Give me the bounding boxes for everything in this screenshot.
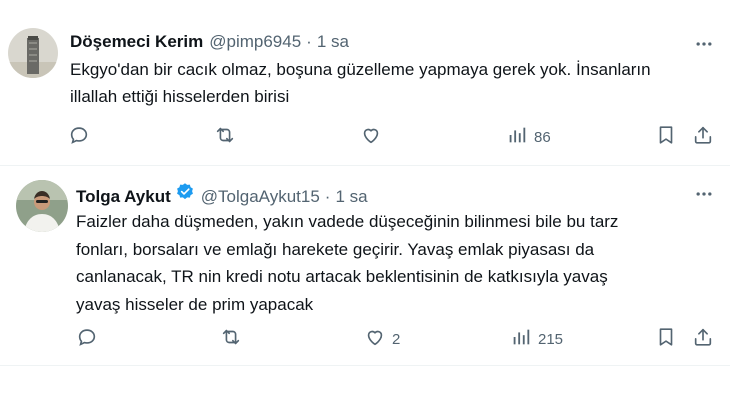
reply-button[interactable]	[76, 326, 104, 352]
reply-icon	[68, 124, 90, 150]
author-name[interactable]: Döşemeci Kerim	[70, 32, 203, 52]
author-handle[interactable]: @pimp6945	[209, 32, 301, 52]
repost-button[interactable]	[214, 124, 242, 150]
tweet-text-line: canlanacak, TR nin kredi notu artacak be…	[76, 267, 608, 286]
views-icon	[506, 124, 528, 150]
separator: ·	[306, 32, 312, 51]
avatar[interactable]	[16, 180, 68, 232]
more-icon[interactable]	[692, 182, 716, 206]
avatar[interactable]	[8, 28, 58, 78]
like-count: 2	[392, 330, 401, 348]
views-button[interactable]: 86	[506, 124, 551, 150]
timestamp[interactable]: 1 sa	[335, 187, 367, 207]
tweet[interactable]: Döşemeci Kerim @pimp6945 · 1 sa Ekgyo'da…	[0, 0, 730, 166]
tweet-text-line: yavaş hisseler de prim yapacak	[76, 294, 314, 314]
repost-icon	[220, 326, 242, 352]
tweet-header: Döşemeci Kerim @pimp6945 · 1 sa	[70, 32, 349, 52]
like-button[interactable]: 2	[364, 326, 400, 352]
more-icon[interactable]	[692, 32, 716, 56]
bookmark-icon	[655, 124, 677, 150]
bookmark-button[interactable]	[655, 124, 677, 150]
heart-icon	[360, 124, 382, 150]
separator: ·	[324, 187, 331, 206]
tweet-header: Tolga Aykut @TolgaAykut15 · 1 sa	[76, 182, 368, 207]
tweet-actions: 2 215	[0, 326, 730, 350]
author-handle[interactable]: @TolgaAykut15	[201, 187, 320, 207]
tweet-text-line: illallah ettiği hisselerden birisi	[70, 87, 290, 106]
share-icon	[692, 124, 714, 150]
tweet-text-line: Ekgyo'dan bir cacık olmaz, boşuna güzell…	[70, 60, 651, 79]
tweet-actions: 86	[0, 124, 730, 148]
repost-button[interactable]	[220, 326, 248, 352]
bookmark-icon	[655, 326, 677, 352]
like-button[interactable]	[360, 124, 388, 150]
views-icon	[510, 326, 532, 352]
reply-icon	[76, 326, 98, 352]
tweet-text-line: Faizler daha düşmeden, yakın vadede düşe…	[76, 212, 619, 231]
views-button[interactable]: 215	[510, 326, 563, 352]
bookmark-button[interactable]	[655, 326, 677, 352]
share-icon	[692, 326, 714, 352]
tweet-text: Faizler daha düşmeden, yakın vadede düşe…	[76, 208, 618, 318]
repost-icon	[214, 124, 236, 150]
tweet-text-line: fonları, borsaları ve emlağı harekete ge…	[76, 239, 595, 259]
verified-badge-icon	[175, 182, 195, 202]
heart-icon	[364, 326, 386, 352]
views-count: 86	[534, 128, 551, 146]
share-button[interactable]	[692, 124, 714, 150]
share-button[interactable]	[692, 326, 714, 352]
author-name[interactable]: Tolga Aykut	[76, 187, 171, 207]
tweet-text: Ekgyo'dan bir cacık olmaz, boşuna güzell…	[70, 56, 651, 110]
tweet-feed: Döşemeci Kerim @pimp6945 · 1 sa Ekgyo'da…	[0, 0, 730, 420]
timestamp[interactable]: 1 sa	[317, 32, 349, 52]
views-count: 215	[538, 330, 564, 348]
tweet[interactable]: Tolga Aykut @TolgaAykut15 · 1 sa Faizler…	[0, 166, 730, 366]
reply-button[interactable]	[68, 124, 96, 150]
